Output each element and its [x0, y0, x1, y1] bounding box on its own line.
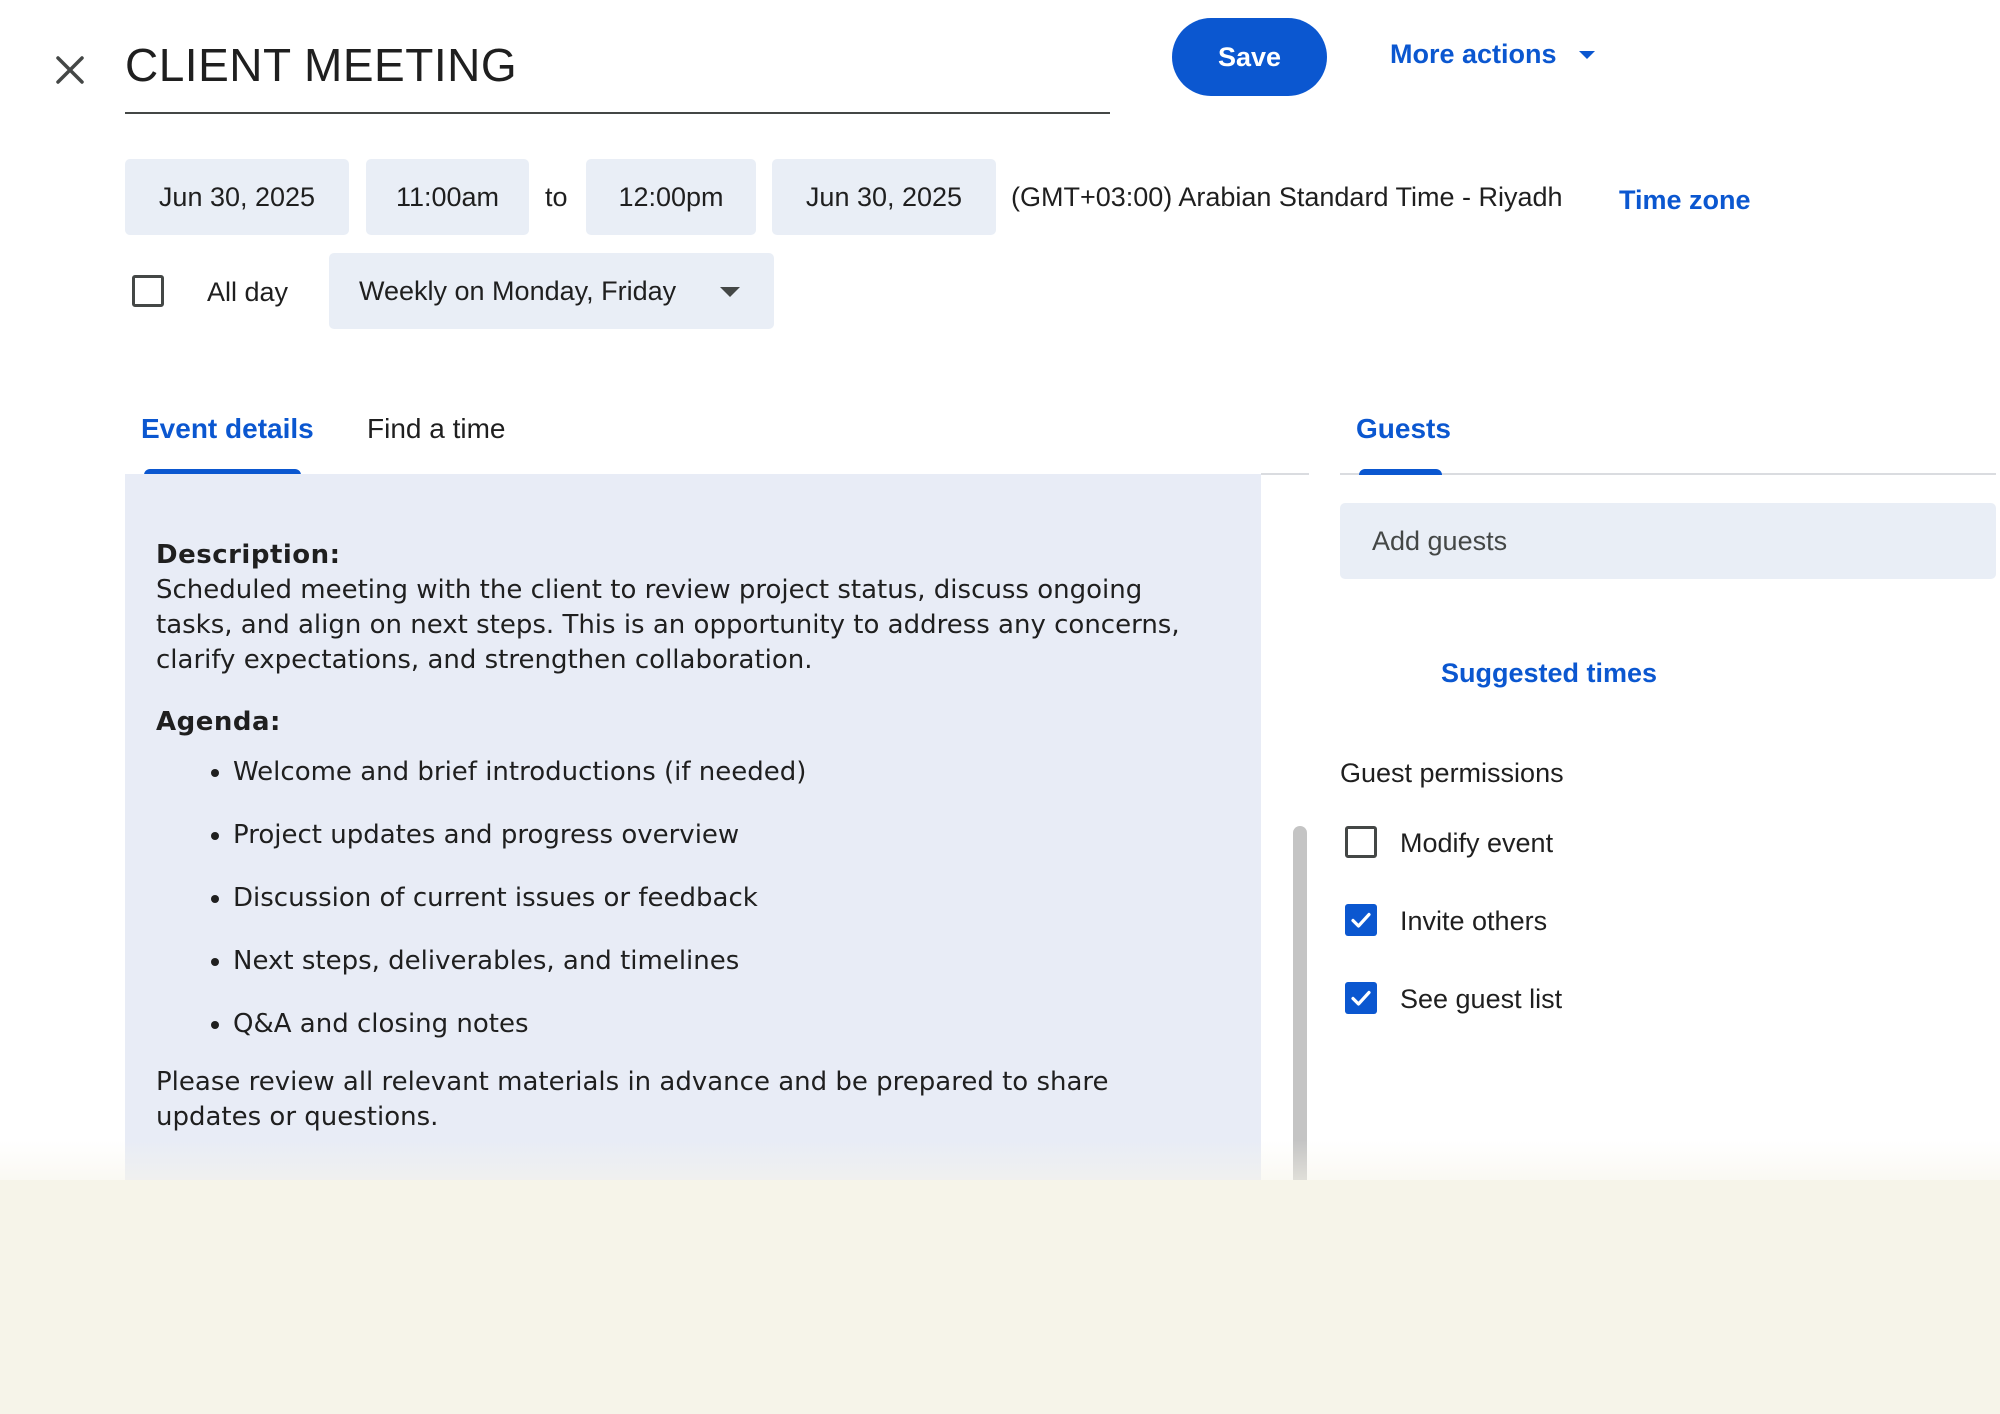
- tab-guests[interactable]: Guests: [1356, 413, 1451, 445]
- checkmark-icon: [1351, 990, 1371, 1006]
- agenda-heading: Agenda:: [156, 707, 281, 737]
- add-guests-input[interactable]: [1340, 503, 1996, 579]
- more-actions-label: More actions: [1390, 38, 1557, 69]
- tab-find-a-time[interactable]: Find a time: [367, 413, 506, 445]
- event-editor: Save More actions Jun 30, 2025 11:00am t…: [0, 0, 2000, 1180]
- event-title-field[interactable]: [125, 20, 1110, 114]
- modify-event-checkbox[interactable]: [1345, 826, 1377, 858]
- list-item: Q&A and closing notes: [233, 1006, 1221, 1042]
- list-item: Welcome and brief introductions (if need…: [233, 754, 1221, 790]
- all-day-checkbox[interactable]: [132, 275, 164, 307]
- end-date-picker[interactable]: Jun 30, 2025: [772, 159, 996, 235]
- list-item: Project updates and progress overview: [233, 817, 1221, 853]
- description-editor[interactable]: Description: Scheduled meeting with the …: [125, 474, 1261, 1180]
- guests-tab-indicator: [1359, 469, 1442, 475]
- tab-event-details[interactable]: Event details: [141, 413, 314, 445]
- more-actions-button[interactable]: More actions: [1390, 28, 1595, 80]
- timezone-label: (GMT+03:00) Arabian Standard Time - Riya…: [1011, 182, 1563, 212]
- all-day-label: All day: [207, 277, 289, 307]
- list-item: Next steps, deliverables, and timelines: [233, 943, 1221, 979]
- start-time-picker[interactable]: 11:00am: [366, 159, 529, 235]
- close-button[interactable]: [40, 40, 100, 100]
- tabs-divider: [1261, 473, 1309, 475]
- event-title-input[interactable]: [125, 20, 1110, 110]
- to-label: to: [545, 182, 568, 212]
- see-guest-list-checkbox[interactable]: [1345, 982, 1377, 1014]
- suggested-times-link[interactable]: Suggested times: [1441, 658, 1657, 689]
- save-button[interactable]: Save: [1172, 18, 1327, 96]
- checkmark-icon: [1351, 912, 1371, 928]
- description-scrollbar[interactable]: [1293, 826, 1307, 1180]
- agenda-list: Welcome and brief introductions (if need…: [156, 754, 1221, 1042]
- modify-event-label: Modify event: [1400, 828, 1554, 858]
- start-date-picker[interactable]: Jun 30, 2025: [125, 159, 349, 235]
- close-icon: [56, 56, 84, 84]
- description-text: Scheduled meeting with the client to rev…: [156, 575, 1180, 675]
- chevron-down-icon: [1578, 51, 1595, 59]
- guest-permissions-heading: Guest permissions: [1340, 758, 1564, 788]
- page-footer-area: [0, 1180, 2000, 1414]
- dropdown-arrow-icon: [720, 287, 740, 297]
- time-zone-link[interactable]: Time zone: [1619, 185, 1751, 216]
- invite-others-label: Invite others: [1400, 906, 1548, 936]
- list-item: Discussion of current issues or feedback: [233, 880, 1221, 916]
- description-heading: Description:: [156, 540, 341, 570]
- invite-others-checkbox[interactable]: [1345, 904, 1377, 936]
- closing-text: Please review all relevant materials in …: [156, 1067, 1109, 1132]
- recurrence-dropdown[interactable]: Weekly on Monday, Friday: [329, 253, 774, 329]
- recurrence-value: Weekly on Monday, Friday: [359, 275, 677, 306]
- end-time-picker[interactable]: 12:00pm: [586, 159, 756, 235]
- see-guest-list-label: See guest list: [1400, 984, 1563, 1014]
